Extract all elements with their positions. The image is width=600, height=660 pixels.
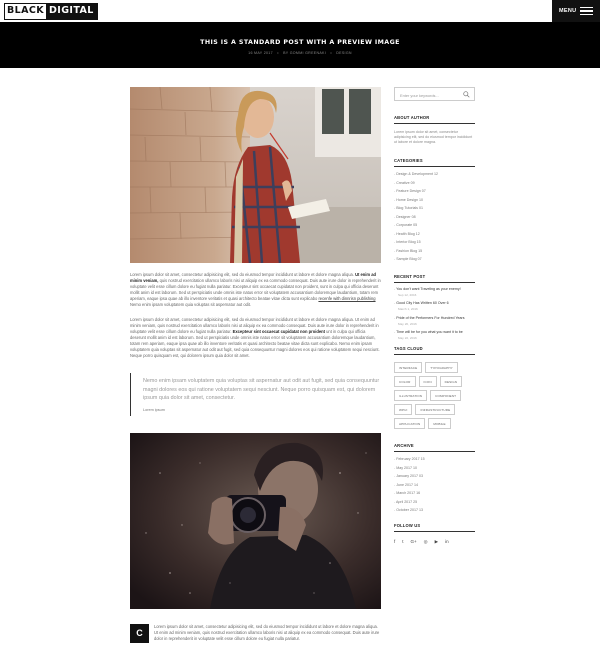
archive-item[interactable]: October 2017 13 xyxy=(394,506,475,515)
widget-follow-us: FOLLOW US f t G+ ◎ ▶ in xyxy=(394,523,475,545)
meta-separator: • xyxy=(277,51,279,55)
paragraph-text: Lorem ipsum dolor sit amet, consectetur … xyxy=(130,272,354,277)
quote-author: Lorem ipsum xyxy=(143,408,165,413)
sidebar: Enter your keywords... ABOUT AUTHOR Lore… xyxy=(394,87,475,545)
search-field[interactable]: Enter your keywords... xyxy=(394,87,475,101)
widget-title: CATEGORIES xyxy=(394,158,475,167)
post-paragraph: Lorem ipsum dolor sit amet, consectetur … xyxy=(130,272,381,309)
logo-word-digital: DIGITAL xyxy=(45,4,97,19)
paragraph-text: Nemo enim ipsam voluptatem quia voluptas… xyxy=(130,302,252,308)
archive-item[interactable]: January 2017 03 xyxy=(394,472,475,481)
post-header: THIS IS A STANDARD POST WITH A PREVIEW I… xyxy=(0,22,600,68)
category-item[interactable]: Creative 09 xyxy=(394,179,475,188)
dropcap-paragraph: C Lorem ipsum dolor sit amet, consectetu… xyxy=(130,624,381,644)
archive-item[interactable]: June 2017 14 xyxy=(394,481,475,490)
twitter-icon[interactable]: t xyxy=(402,539,403,545)
category-item[interactable]: Health Blog 12 xyxy=(394,230,475,239)
archive-item[interactable]: February 2017 15 xyxy=(394,455,475,464)
archive-item[interactable]: May 2017 10 xyxy=(394,464,475,473)
tag[interactable]: ICON xyxy=(418,376,437,388)
site-logo[interactable]: BLACK DIGITAL xyxy=(4,3,98,20)
widget-title: RECENT POST xyxy=(394,274,475,283)
menu-label: MENU xyxy=(559,8,577,14)
widget-title: ARCHIVE xyxy=(394,443,475,453)
post-content: Lorem ipsum dolor sit amet, consectetur … xyxy=(130,87,381,644)
recent-post-title[interactable]: Good City Has Written 60 Over 6 xyxy=(394,301,475,306)
category-item[interactable]: Design & Development 12 xyxy=(394,170,475,179)
category-item[interactable]: Designer 08 xyxy=(394,213,475,222)
instagram-icon[interactable]: ◎ xyxy=(424,539,428,545)
category-item[interactable]: Blog Tutorials 01 xyxy=(394,204,475,213)
category-item[interactable]: Sample Blog 07 xyxy=(394,255,475,264)
tag[interactable]: DESIGN xyxy=(439,376,463,388)
post-paragraph: Lorem ipsum dolor sit amet, consectetur … xyxy=(130,317,381,360)
tag[interactable]: INTERFACE xyxy=(394,362,423,374)
post-title: THIS IS A STANDARD POST WITH A PREVIEW I… xyxy=(200,39,400,46)
post-date: 16 MAY 2017 xyxy=(248,51,273,55)
widget-archive: ARCHIVE February 2017 15 May 2017 10 Jan… xyxy=(394,443,475,515)
tag[interactable]: APPLICATION xyxy=(394,418,426,430)
post-author[interactable]: BY GOMMI GREENAKI xyxy=(283,51,326,55)
widget-categories: CATEGORIES Design & Development 12 Creat… xyxy=(394,158,475,264)
facebook-icon[interactable]: f xyxy=(394,539,395,545)
archive-list: February 2017 15 May 2017 10 January 201… xyxy=(394,455,475,515)
recent-post-date: May 22, 2016 xyxy=(398,336,417,341)
category-item[interactable]: Home Design 10 xyxy=(394,196,475,205)
archive-item[interactable]: April 2017 25 xyxy=(394,498,475,507)
recent-post-title[interactable]: Pride of the Performers For Hundred Year… xyxy=(394,316,475,321)
recent-post-date: March 1, 2016 xyxy=(398,307,418,312)
category-list: Design & Development 12 Creative 09 Feat… xyxy=(394,170,475,264)
category-item[interactable]: Interior Blog 15 xyxy=(394,238,475,247)
google-plus-icon[interactable]: G+ xyxy=(411,539,417,545)
inline-link[interactable]: recenfe with dinnrisn publishing xyxy=(318,296,375,301)
post-image-photographer xyxy=(130,433,381,610)
widget-recent-posts: RECENT POST You don't want Traveling as … xyxy=(394,274,475,341)
archive-item[interactable]: March 2017 16 xyxy=(394,489,475,498)
linkedin-icon[interactable]: in xyxy=(445,539,449,545)
widget-about-author: ABOUT AUTHOR Lorem ipsum dolor sit amet,… xyxy=(394,115,475,145)
widget-title: ABOUT AUTHOR xyxy=(394,115,475,124)
recent-post-title[interactable]: You don't want Traveling as your enemy! xyxy=(394,287,475,292)
category-item[interactable]: Corporate 05 xyxy=(394,221,475,230)
paragraph-bold-text: Excepteur sint occaecat cupidatat non pr… xyxy=(232,328,325,334)
recent-post-list: You don't want Traveling as your enemy! … xyxy=(394,287,475,341)
social-links: f t G+ ◎ ▶ in xyxy=(394,539,475,545)
logo-word-black: BLACK xyxy=(5,4,46,19)
tag[interactable]: COLOR xyxy=(394,376,416,388)
about-text: Lorem ipsum dolor sit amet, consectetur … xyxy=(394,130,473,144)
tag[interactable]: COMPONENT xyxy=(430,390,462,402)
featured-image-woman-reading xyxy=(130,87,381,263)
post-category[interactable]: DESIGN xyxy=(336,51,352,55)
category-item[interactable]: Fashion Blog 15 xyxy=(394,247,475,256)
tag[interactable]: WPUI xyxy=(394,404,413,416)
tag[interactable]: MOBILE xyxy=(428,418,451,430)
widget-title: TAGS CLOUD xyxy=(394,346,475,356)
search-placeholder: Enter your keywords... xyxy=(400,93,439,98)
menu-button[interactable]: MENU xyxy=(552,0,600,22)
paragraph-text: Lorem ipsum dolor sit amet, consectetur … xyxy=(154,624,380,642)
dropcap-letter: C xyxy=(130,624,149,644)
top-bar: BLACK DIGITAL MENU xyxy=(0,0,600,22)
recent-post-date: May 20, 2016 xyxy=(398,321,417,326)
tag[interactable]: ILLUSTRATION xyxy=(394,390,428,402)
widget-tags-cloud: TAGS CLOUD INTERFACE TYPOGRAPHY COLOR IC… xyxy=(394,346,475,430)
category-item[interactable]: Feature Design 07 xyxy=(394,187,475,196)
recent-post-title[interactable]: Time will be for you what you want it to… xyxy=(394,330,475,335)
meta-separator: • xyxy=(330,51,332,55)
search-icon[interactable] xyxy=(463,91,470,98)
tag[interactable]: TYPOGRAPHY xyxy=(425,362,458,374)
hamburger-icon xyxy=(580,7,593,15)
quote-text: Nemo enim ipsam voluptatem quia voluptas… xyxy=(143,378,380,401)
post-meta: 16 MAY 2017 • BY GOMMI GREENAKI • DESIGN xyxy=(0,51,600,55)
tag[interactable]: INFRASTRUCTURE xyxy=(415,404,456,416)
widget-title: FOLLOW US xyxy=(394,523,475,532)
recent-post-date: Sep 12, 2016 xyxy=(398,292,417,297)
blockquote: Nemo enim ipsam voluptatem quia voluptas… xyxy=(130,373,381,417)
youtube-icon[interactable]: ▶ xyxy=(435,539,438,545)
tag-list: INTERFACE TYPOGRAPHY COLOR ICON DESIGN I… xyxy=(394,362,475,430)
